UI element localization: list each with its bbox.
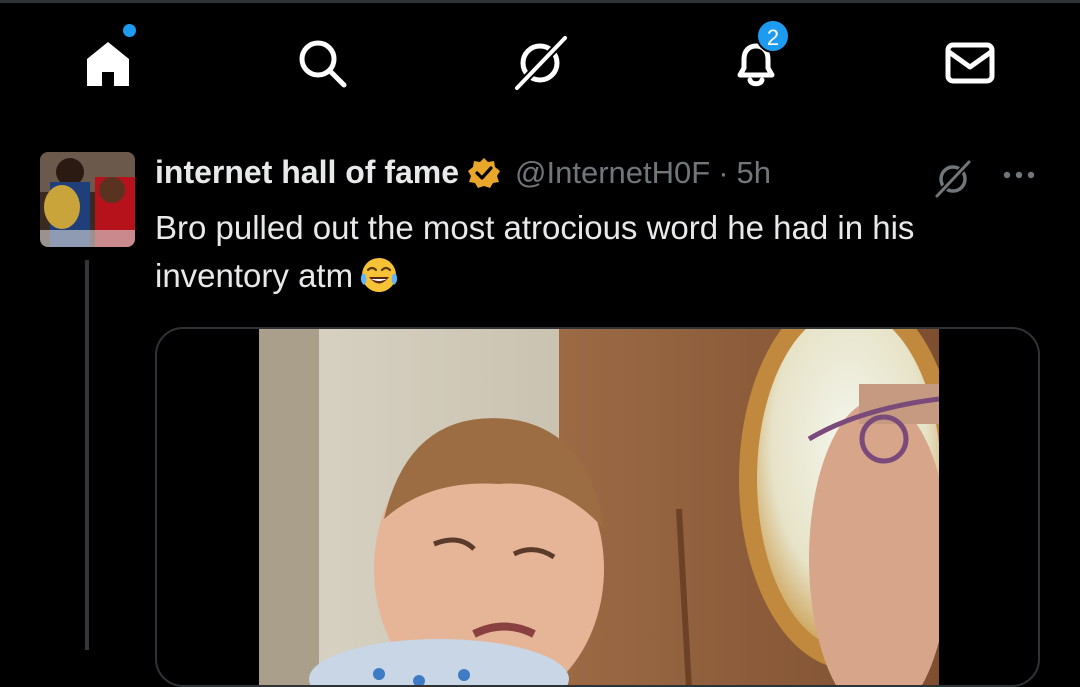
thread-line [85, 260, 89, 650]
timestamp[interactable]: 5h [737, 155, 771, 191]
avatar-image [40, 152, 135, 247]
media-container[interactable] [155, 327, 1040, 687]
mail-icon [945, 42, 995, 84]
more-options-button[interactable] [1000, 156, 1038, 199]
post-header: internet hall of fame @InternetH0F · 5h [155, 154, 771, 191]
laughing-crying-emoji-icon [359, 255, 399, 308]
separator: · [718, 154, 729, 190]
avatar[interactable] [40, 152, 135, 247]
home-icon [87, 42, 129, 86]
nav-grok[interactable] [508, 31, 572, 95]
home-unread-dot [123, 24, 136, 37]
search-icon [299, 40, 347, 88]
nav-home[interactable] [76, 24, 140, 95]
grok-explain-button[interactable] [932, 158, 974, 205]
post-text-container: Bro pulled out the most atrocious word h… [155, 204, 1035, 308]
nav-search[interactable] [290, 31, 354, 95]
notifications-badge: 2 [756, 19, 790, 53]
video-thumbnail-image [259, 329, 939, 685]
more-icon [1003, 171, 1035, 179]
post[interactable]: internet hall of fame @InternetH0F · 5h … [0, 120, 1080, 687]
nav-messages[interactable] [938, 31, 1002, 95]
grok-icon [934, 159, 972, 199]
post-text: Bro pulled out the most atrocious word h… [155, 209, 915, 294]
nav-notifications[interactable]: 2 [724, 19, 790, 95]
video-thumbnail[interactable] [259, 329, 939, 685]
display-name[interactable]: internet hall of fame [155, 154, 459, 191]
handle[interactable]: @InternetH0F [515, 155, 710, 191]
grok-icon [514, 35, 568, 91]
bottom-tab-bar: 2 [0, 3, 1080, 120]
verified-badge-icon [468, 157, 501, 188]
